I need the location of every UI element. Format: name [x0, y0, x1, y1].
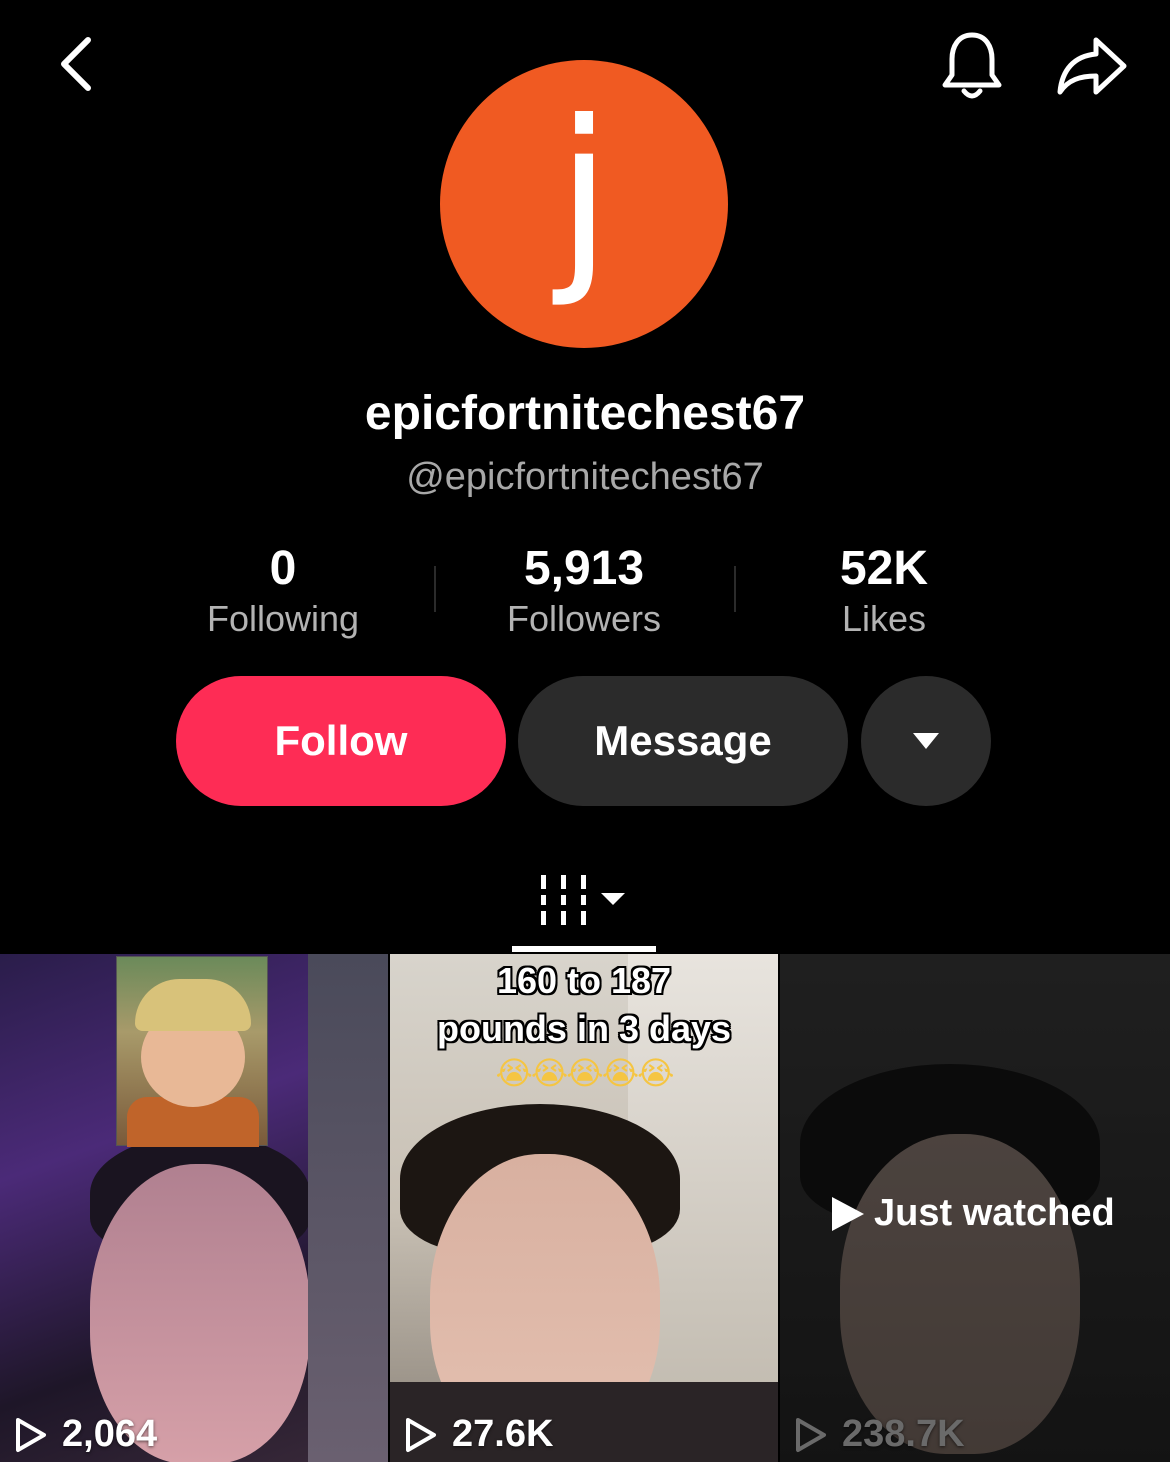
view-count-text: 2,064: [62, 1413, 158, 1455]
play-icon: [406, 1417, 436, 1452]
view-count: 27.6K: [404, 1413, 553, 1456]
grid-icon: [541, 875, 625, 925]
thumbnail-image: [308, 954, 388, 1462]
video-thumbnail[interactable]: 2,064: [0, 954, 388, 1462]
thumbnail-inset-image: [116, 956, 268, 1147]
profile-display-name: epicfortnitechest67: [364, 387, 806, 440]
stat-followers[interactable]: 5,913 Followers: [434, 540, 734, 640]
video-caption-emojis: 😭😭😭😭😭: [495, 1055, 675, 1091]
notifications-button[interactable]: [930, 26, 1014, 106]
stat-likes: 52K Likes: [734, 540, 1034, 640]
back-button[interactable]: [40, 28, 112, 100]
stat-following[interactable]: 0 Following: [133, 540, 433, 640]
stat-label: Likes: [841, 597, 927, 639]
avatar-initial: j: [556, 78, 612, 311]
video-thumbnail[interactable]: 160 to 187 pounds in 3 days 😭😭😭😭😭 27.6K: [390, 954, 778, 1462]
stat-label: Followers: [506, 597, 662, 639]
play-icon: [16, 1417, 46, 1452]
view-count: 2,064: [14, 1413, 157, 1456]
stat-value: 5,913: [523, 542, 645, 595]
view-count-text: 238.7K: [842, 1413, 965, 1455]
share-button[interactable]: [1050, 26, 1134, 106]
follow-button[interactable]: Follow: [176, 676, 506, 806]
stat-value: 0: [269, 542, 297, 595]
play-icon: [832, 1196, 864, 1231]
video-caption: 160 to 187: [496, 960, 672, 1001]
view-count-text: 27.6K: [452, 1413, 554, 1455]
share-arrow-icon: [1057, 37, 1127, 95]
suggested-accounts-button[interactable]: [861, 676, 991, 806]
video-thumbnail[interactable]: Just watched 238.7K: [780, 954, 1170, 1462]
stat-value: 52K: [839, 542, 929, 595]
avatar[interactable]: j: [440, 60, 728, 348]
just-watched-label: Just watched: [874, 1192, 1115, 1234]
stat-label: Following: [206, 597, 360, 639]
bell-icon: [942, 32, 1002, 99]
tab-videos[interactable]: [512, 856, 656, 946]
view-count: 238.7K: [794, 1413, 965, 1456]
caret-down-icon: [601, 893, 625, 905]
profile-handle: @epicfortnitechest67: [406, 456, 764, 498]
video-caption: pounds in 3 days: [436, 1008, 732, 1049]
just-watched-badge: Just watched: [830, 1192, 1115, 1235]
message-button[interactable]: Message: [518, 676, 848, 806]
play-icon: [796, 1417, 826, 1452]
active-tab-indicator: [512, 946, 656, 952]
chevron-left-icon: [61, 37, 91, 91]
caret-down-icon: [913, 733, 939, 749]
